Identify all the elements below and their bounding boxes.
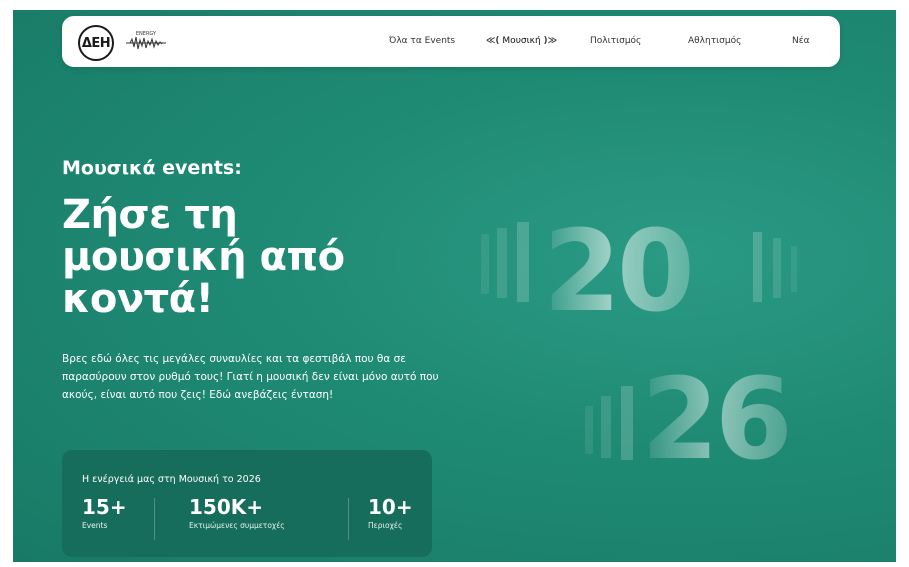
stat-events-label: Events — [82, 521, 108, 530]
hero-intro: Βρες εδώ όλες τις μεγάλες συναυλίες και … — [62, 353, 439, 401]
nav-news[interactable]: Νέα — [792, 36, 810, 46]
year-top-digits: 20 — [543, 207, 691, 337]
logo-text: ΔΕΗ — [81, 35, 111, 51]
nav-music[interactable]: ≪( Μουσική )≫ — [486, 36, 557, 46]
hero-eyebrow: Μουσικά events: — [62, 157, 242, 179]
stat-events: 15+ Events — [82, 495, 127, 530]
stat-divider — [154, 498, 155, 540]
headline-line-1: Ζήσε τη — [62, 192, 238, 238]
active-bracket-right: )≫ — [543, 36, 558, 46]
stats-title: Η ενέργειά μας στη Μουσική το 2026 — [82, 474, 261, 485]
nav-music-label: Μουσική — [502, 36, 541, 46]
stat-participants: 150K+ Εκτιμώμενες συμμετοχές — [189, 495, 285, 530]
page-frame: ΔΕΗ ENERGY Όλα τα Events ≪( Μουσική )≫ Π… — [13, 10, 896, 562]
stat-participants-value: 150K+ — [189, 495, 264, 519]
stat-participants-label: Εκτιμώμενες συμμετοχές — [189, 521, 285, 530]
stats-card: Η ενέργειά μας στη Μουσική το 2026 15+ E… — [62, 450, 432, 557]
stat-regions-value: 10+ — [368, 495, 413, 519]
year-2026-graphic: 20 26 — [481, 207, 797, 485]
stat-regions: 10+ Περιοχές — [368, 495, 413, 530]
energy-mark-text: ENERGY — [136, 31, 157, 37]
stat-regions-label: Περιοχές — [368, 521, 403, 530]
nav-culture[interactable]: Πολιτισμός — [590, 36, 641, 46]
nav-all-events[interactable]: Όλα τα Events — [389, 36, 455, 46]
hero-headline: Ζήσε τη μουσική από κοντά! — [62, 194, 422, 320]
headline-line-2: μουσική από — [62, 234, 345, 280]
energy-soundwave-logo: ENERGY — [126, 31, 166, 50]
stat-events-value: 15+ — [82, 495, 127, 519]
headline-line-3: κοντά! — [62, 276, 214, 322]
year-bottom-digits: 26 — [641, 355, 789, 485]
stat-divider — [348, 498, 349, 540]
top-navbar: ΔΕΗ ENERGY Όλα τα Events ≪( Μουσική )≫ Π… — [62, 16, 840, 67]
nav-sports[interactable]: Αθλητισμός — [688, 36, 741, 46]
echo-bars-bottom — [585, 386, 633, 460]
active-bracket-left: ≪( — [486, 36, 500, 46]
deh-logo[interactable]: ΔΕΗ — [78, 25, 114, 61]
